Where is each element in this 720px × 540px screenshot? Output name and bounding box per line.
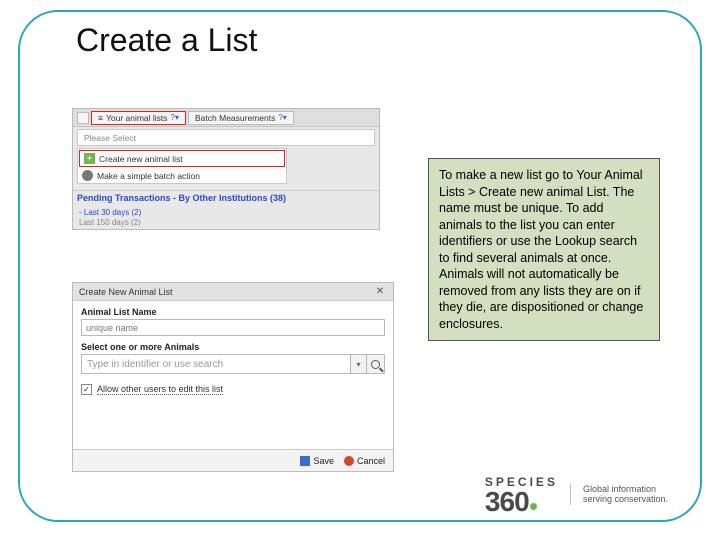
caret-icon: ?▾ [171, 113, 179, 122]
app-toolbar: ≡ Your animal lists ?▾ Batch Measurement… [73, 109, 379, 127]
chevron-down-icon[interactable]: ▾ [350, 355, 366, 373]
combo-placeholder: Type in identifier or use search [82, 355, 350, 373]
please-select-dropdown[interactable]: Please Select [77, 129, 375, 146]
last-30-days-link[interactable]: - Last 30 days (2) [79, 208, 141, 217]
screenshot-toolbar-menu: ≡ Your animal lists ?▾ Batch Measurement… [72, 108, 380, 230]
your-lists-label: Your animal lists [106, 113, 168, 123]
logo-tagline: Global information serving conservation. [570, 484, 668, 506]
green-dot-icon [530, 503, 537, 510]
screenshot-create-dialog: Create New Animal List ✕ Animal List Nam… [72, 282, 394, 472]
mag-icon [77, 112, 89, 124]
menu-item-simple-batch[interactable]: Make a simple batch action [78, 168, 286, 183]
checkbox-checked-icon[interactable]: ✓ [81, 384, 92, 395]
last-150-days-text: Last 150 days (2) [79, 218, 141, 227]
animal-identifier-combo[interactable]: Type in identifier or use search ▾ [81, 354, 385, 374]
animal-lists-menu: + Create new animal list Make a simple b… [77, 148, 287, 184]
gear-icon [82, 170, 93, 181]
logo-36: 36 [485, 489, 514, 514]
your-animal-lists-button[interactable]: ≡ Your animal lists ?▾ [91, 111, 186, 125]
list-icon: ≡ [98, 113, 103, 123]
name-label: Animal List Name [73, 301, 393, 319]
save-label: Save [313, 456, 334, 466]
search-lookup-button[interactable] [366, 355, 384, 373]
search-icon [371, 360, 380, 369]
tagline-1: Global information [583, 484, 668, 495]
species360-logo: SPECIES 360 [485, 475, 558, 514]
allow-others-label: Allow other users to edit this list [97, 384, 223, 395]
dialog-footer: Save Cancel [73, 449, 393, 471]
create-new-label: Create new animal list [99, 154, 183, 164]
page-title: Create a List [68, 22, 265, 59]
simple-batch-label: Make a simple batch action [97, 171, 200, 181]
animal-list-name-input[interactable]: unique name [81, 319, 385, 336]
save-button[interactable]: Save [300, 456, 334, 466]
name-input-value: unique name [86, 323, 138, 333]
cancel-label: Cancel [357, 456, 385, 466]
select-animals-label: Select one or more Animals [73, 336, 393, 354]
pending-transactions-row[interactable]: Pending Transactions - By Other Institut… [73, 190, 379, 205]
tagline-2: serving conservation. [583, 494, 668, 505]
dialog-title: Create New Animal List [79, 287, 173, 297]
close-icon[interactable]: ✕ [373, 285, 387, 299]
cancel-button[interactable]: Cancel [344, 456, 385, 466]
plus-icon: + [84, 153, 95, 164]
caret-icon: ?▾ [278, 113, 286, 122]
batch-label: Batch Measurements [195, 113, 275, 123]
menu-item-create-new[interactable]: + Create new animal list [79, 150, 285, 167]
explanation-box: To make a new list go to Your Animal Lis… [428, 158, 660, 341]
dialog-title-bar: Create New Animal List ✕ [73, 283, 393, 301]
logo-360-text: 360 [485, 489, 558, 514]
please-select-label: Please Select [84, 133, 136, 143]
batch-measurements-button[interactable]: Batch Measurements ?▾ [188, 111, 294, 125]
save-icon [300, 456, 310, 466]
allow-others-row[interactable]: ✓ Allow other users to edit this list [73, 374, 393, 405]
cancel-icon [344, 456, 354, 466]
logo-area: SPECIES 360 Global information serving c… [485, 475, 668, 514]
logo-zero: 0 [514, 489, 529, 514]
